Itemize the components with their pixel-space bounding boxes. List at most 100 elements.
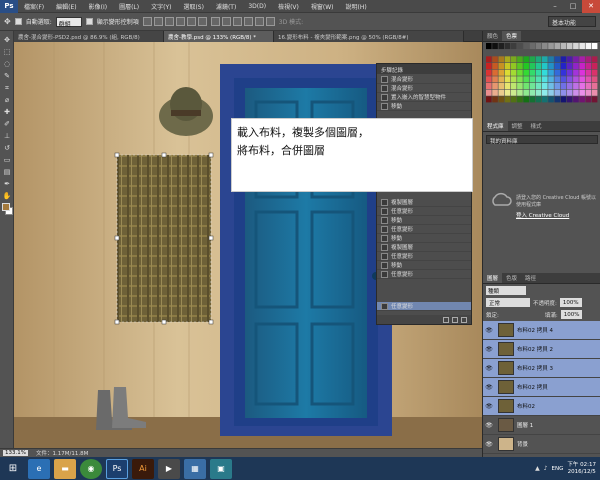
history-row[interactable]: 任意變形 bbox=[377, 270, 471, 279]
trash-icon[interactable] bbox=[461, 316, 467, 323]
illustrator-icon[interactable]: Ai bbox=[132, 458, 154, 479]
menu-file[interactable]: 檔案(F) bbox=[18, 2, 50, 11]
doc-tab-1[interactable]: 農舍-混合變形-PSD2.psd @ 86.9% (組, RGB/8) bbox=[14, 31, 164, 42]
cc-signin-link[interactable]: 登入 Creative Cloud bbox=[516, 211, 569, 219]
distribute-bottom-icon[interactable] bbox=[232, 17, 242, 26]
layer-row[interactable]: 👁 布料02 bbox=[483, 397, 600, 416]
history-row[interactable]: 複製圖層 bbox=[377, 243, 471, 252]
menu-help[interactable]: 說明(H) bbox=[340, 2, 373, 11]
doc-tab-3[interactable]: 16.變形布料 - 複夾變形範案.png @ 50% (RGB/8#) bbox=[274, 31, 464, 42]
layer-row[interactable]: 👁 布料02 拷貝 2 bbox=[483, 340, 600, 359]
tab-color[interactable]: 顏色 bbox=[483, 31, 502, 41]
marquee-tool-icon[interactable]: ⬚ bbox=[2, 47, 12, 57]
visibility-eye-icon[interactable]: 👁 bbox=[483, 365, 495, 372]
pen-tool-icon[interactable]: ✒ bbox=[2, 179, 12, 189]
distribute-middle-icon[interactable] bbox=[221, 17, 231, 26]
swatches-grid[interactable] bbox=[486, 43, 598, 103]
layer-filter-dropdown[interactable]: 種類 bbox=[486, 286, 526, 295]
menu-view[interactable]: 檢視(V) bbox=[272, 2, 305, 11]
menu-type[interactable]: 文字(Y) bbox=[145, 2, 177, 11]
library-dropdown[interactable]: 我的資料庫 bbox=[486, 135, 598, 145]
blend-mode-dropdown[interactable]: 正常 bbox=[486, 298, 530, 307]
tab-adjustments[interactable]: 調整 bbox=[508, 121, 527, 131]
transform-controls-checkbox[interactable] bbox=[85, 18, 93, 25]
tab-channels[interactable]: 色版 bbox=[502, 273, 521, 283]
crop-tool-icon[interactable]: ⌗ bbox=[2, 83, 12, 93]
quick-select-tool-icon[interactable]: ✎ bbox=[2, 71, 12, 81]
menu-image[interactable]: 影像(I) bbox=[83, 2, 113, 11]
visibility-eye-icon[interactable]: 👁 bbox=[483, 327, 495, 334]
language-indicator[interactable]: ENG bbox=[552, 466, 564, 472]
auto-select-dropdown[interactable]: 群組 bbox=[55, 16, 82, 28]
tab-swatches[interactable]: 色票 bbox=[502, 31, 522, 41]
tab-layers[interactable]: 圖層 bbox=[483, 273, 503, 283]
lasso-tool-icon[interactable]: ◌ bbox=[2, 59, 12, 69]
app-icon[interactable]: ▦ bbox=[184, 458, 206, 479]
visibility-eye-icon[interactable]: 👁 bbox=[483, 403, 495, 410]
menu-layer[interactable]: 圖層(L) bbox=[113, 2, 145, 11]
layer-row[interactable]: 👁 布料02 拷貝 4 bbox=[483, 321, 600, 340]
align-right-icon[interactable] bbox=[197, 17, 207, 26]
menu-edit[interactable]: 編輯(E) bbox=[50, 2, 82, 11]
new-document-icon[interactable] bbox=[443, 316, 449, 323]
history-row[interactable]: 移動 bbox=[377, 216, 471, 225]
menu-select[interactable]: 選取(S) bbox=[177, 2, 210, 11]
workspace-dropdown[interactable]: 基本功能 bbox=[548, 16, 596, 27]
align-top-icon[interactable] bbox=[142, 17, 152, 26]
auto-select-checkbox[interactable] bbox=[14, 18, 22, 25]
history-brush-tool-icon[interactable]: ↺ bbox=[2, 143, 12, 153]
menu-window[interactable]: 視窗(W) bbox=[305, 2, 340, 11]
doc-tab-2[interactable]: 農舍-教學.psd @ 133% (RGB/8) * bbox=[164, 31, 274, 42]
history-row[interactable]: 任意變形 bbox=[377, 252, 471, 261]
layer-row[interactable]: 👁 背景 bbox=[483, 435, 600, 454]
healing-tool-icon[interactable]: ✚ bbox=[2, 107, 12, 117]
history-row[interactable]: 任意變形 bbox=[377, 207, 471, 216]
menu-3d[interactable]: 3D(D) bbox=[242, 3, 272, 10]
tab-libraries[interactable]: 程式庫 bbox=[483, 121, 508, 131]
history-row-selected[interactable]: 任意變形 bbox=[377, 302, 471, 311]
eraser-tool-icon[interactable]: ▭ bbox=[2, 155, 12, 165]
layer-row[interactable]: 👁 圖層 1 bbox=[483, 416, 600, 435]
distribute-center-icon[interactable] bbox=[254, 17, 264, 26]
media-icon[interactable]: ▶ bbox=[158, 458, 180, 479]
layer-row[interactable]: 👁 布料02 拷貝 bbox=[483, 378, 600, 397]
layer-row[interactable]: 👁 布料02 拷貝 3 bbox=[483, 359, 600, 378]
gradient-tool-icon[interactable]: ▤ bbox=[2, 167, 12, 177]
clock[interactable]: 下午 02:17 2016/12/5 bbox=[567, 462, 596, 476]
history-row[interactable]: 混合變形 bbox=[377, 84, 471, 93]
distribute-left-icon[interactable] bbox=[243, 17, 253, 26]
visibility-eye-icon[interactable]: 👁 bbox=[483, 441, 495, 448]
stamp-tool-icon[interactable]: ⊥ bbox=[2, 131, 12, 141]
visibility-eye-icon[interactable]: 👁 bbox=[483, 422, 495, 429]
history-row[interactable]: 置入嵌入的智慧型物件 bbox=[377, 93, 471, 102]
hand-tool-icon[interactable]: ✋ bbox=[2, 191, 12, 201]
history-row[interactable]: 移動 bbox=[377, 234, 471, 243]
volume-icon[interactable]: ♪ bbox=[544, 465, 548, 472]
opacity-field[interactable]: 100% bbox=[559, 298, 582, 307]
foreground-color-swatch[interactable] bbox=[2, 203, 10, 211]
eyedropper-tool-icon[interactable]: ⌀ bbox=[2, 95, 12, 105]
folder-icon[interactable]: ▬ bbox=[54, 458, 76, 479]
align-center-icon[interactable] bbox=[186, 17, 196, 26]
history-row[interactable]: 混合變形 bbox=[377, 75, 471, 84]
move-tool-icon[interactable]: ✥ bbox=[2, 35, 12, 45]
minimize-button[interactable]: – bbox=[546, 0, 564, 13]
history-row[interactable]: 移動 bbox=[377, 261, 471, 270]
move-tool-icon[interactable]: ✥ bbox=[4, 17, 11, 26]
snapshot-icon[interactable] bbox=[452, 316, 458, 323]
align-middle-icon[interactable] bbox=[153, 17, 163, 26]
distribute-right-icon[interactable] bbox=[265, 17, 275, 26]
history-row[interactable]: 複製圖層 bbox=[377, 198, 471, 207]
zoom-field[interactable]: 133.1% bbox=[3, 450, 28, 456]
distribute-top-icon[interactable] bbox=[210, 17, 220, 26]
visibility-eye-icon[interactable]: 👁 bbox=[483, 384, 495, 391]
align-left-icon[interactable] bbox=[175, 17, 185, 26]
image-viewer-icon[interactable]: ▣ bbox=[210, 458, 232, 479]
brush-tool-icon[interactable]: ✐ bbox=[2, 119, 12, 129]
network-icon[interactable]: ▲ bbox=[535, 465, 540, 472]
visibility-eye-icon[interactable]: 👁 bbox=[483, 346, 495, 353]
windows-start-icon[interactable]: ⊞ bbox=[2, 459, 24, 479]
history-row[interactable]: 移動 bbox=[377, 102, 471, 111]
close-button[interactable]: ✕ bbox=[582, 0, 600, 13]
chrome-icon[interactable]: ◉ bbox=[80, 458, 102, 479]
